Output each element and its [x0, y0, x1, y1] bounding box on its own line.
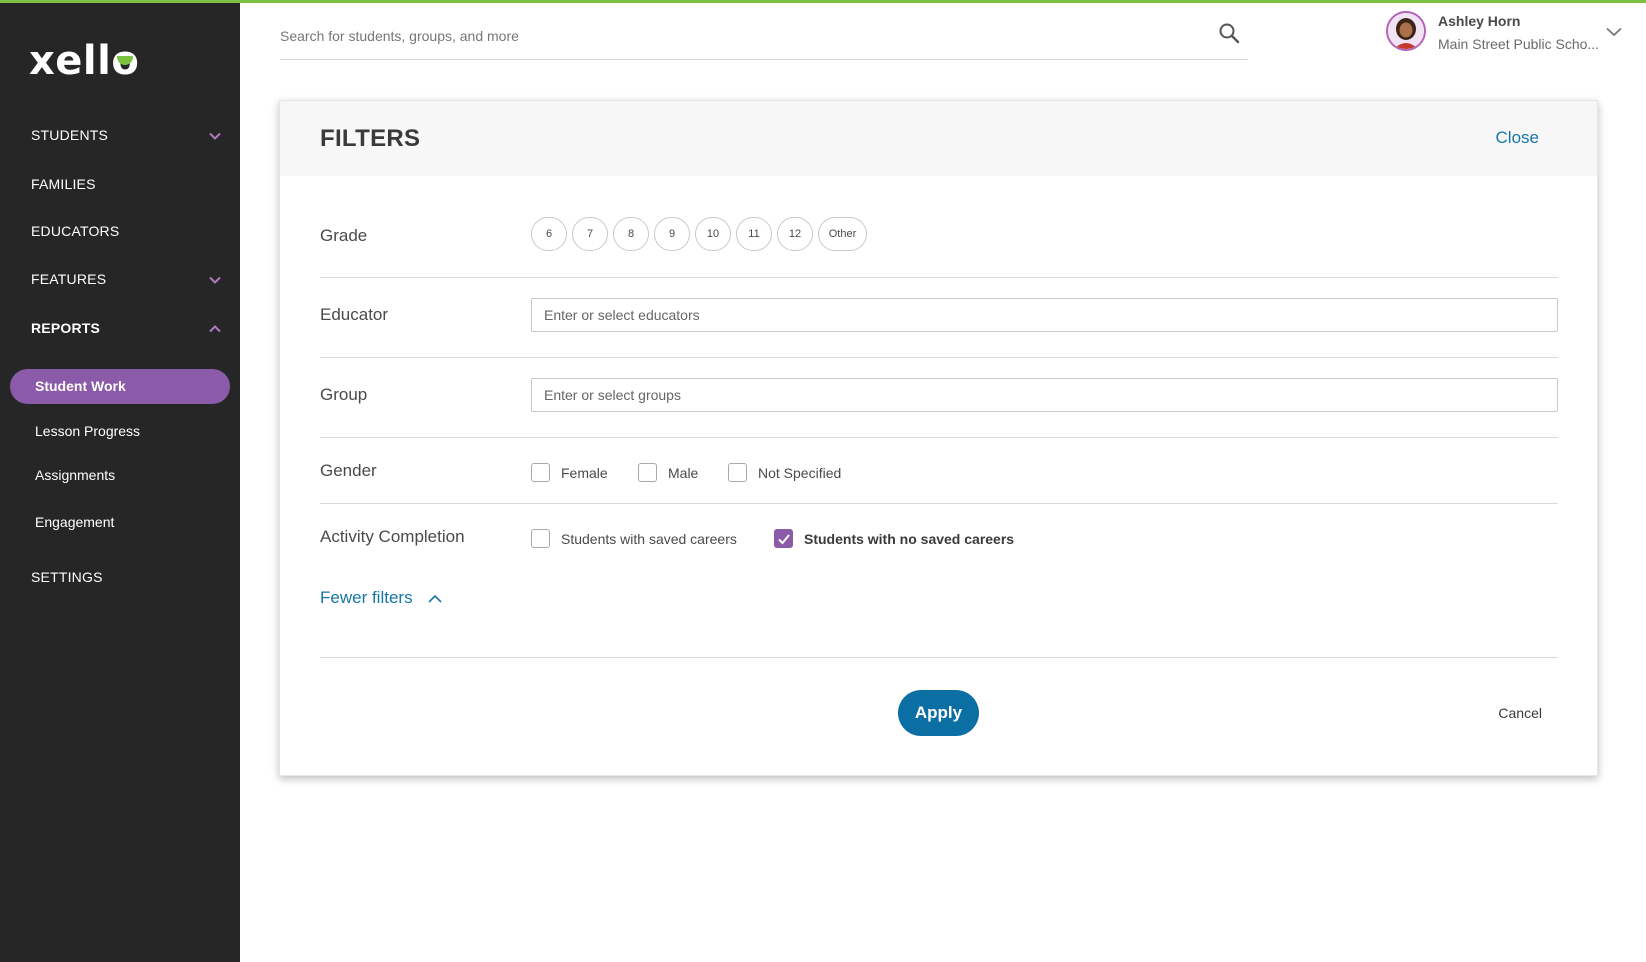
search-icon[interactable]: [1218, 22, 1240, 44]
user-name: Ashley Horn: [1438, 13, 1521, 29]
chevron-up-icon[interactable]: [428, 591, 442, 609]
sidebar-subitem-assignments[interactable]: Assignments: [35, 467, 115, 483]
user-school: Main Street Public Scho...: [1438, 36, 1600, 52]
gender-not-specified-checkbox[interactable]: [728, 463, 747, 482]
gender-male-label[interactable]: Male: [668, 465, 698, 481]
grade-chip-12[interactable]: 12: [777, 217, 813, 251]
saved-careers-label[interactable]: Students with saved careers: [561, 531, 737, 547]
grade-label: Grade: [320, 226, 368, 245]
no-saved-careers-checkbox[interactable]: [774, 529, 793, 548]
top-accent-bar: [0, 0, 1646, 3]
sidebar-subitem-engagement[interactable]: Engagement: [35, 514, 114, 530]
sidebar-item-label: REPORTS: [31, 320, 101, 336]
sidebar: xello STUDENTS FAMILIES EDUCATORS FEATUR…: [0, 3, 240, 962]
chevron-up-icon: [209, 323, 221, 335]
sidebar-item-settings[interactable]: SETTINGS: [31, 569, 221, 585]
avatar: [1386, 11, 1426, 51]
gender-label: Gender: [320, 461, 377, 480]
grade-chip-7[interactable]: 7: [572, 217, 608, 251]
sidebar-item-students[interactable]: STUDENTS: [31, 127, 221, 143]
educator-label: Educator: [320, 305, 389, 324]
educator-field[interactable]: [531, 298, 1558, 332]
cancel-button[interactable]: Cancel: [1498, 705, 1542, 721]
grade-chip-6[interactable]: 6: [531, 217, 567, 251]
divider: [320, 437, 1558, 438]
gender-female-checkbox[interactable]: [531, 463, 550, 482]
group-label: Group: [320, 385, 368, 404]
activity-completion-label: Activity Completion: [320, 527, 465, 546]
saved-careers-checkbox[interactable]: [531, 529, 550, 548]
divider: [320, 503, 1558, 504]
sidebar-item-label: FEATURES: [31, 271, 107, 287]
search-input[interactable]: [280, 24, 1180, 48]
no-saved-careers-label[interactable]: Students with no saved careers: [804, 531, 1014, 547]
sidebar-item-label: STUDENTS: [31, 127, 109, 143]
global-search: [280, 14, 1248, 60]
sidebar-item-educators[interactable]: EDUCATORS: [31, 223, 221, 239]
grade-chip-other[interactable]: Other: [818, 217, 867, 251]
fewer-filters-link[interactable]: Fewer filters: [320, 588, 413, 608]
grade-chip-10[interactable]: 10: [695, 217, 731, 251]
gender-male-checkbox[interactable]: [638, 463, 657, 482]
sidebar-item-label: SETTINGS: [31, 569, 103, 585]
grade-chip-8[interactable]: 8: [613, 217, 649, 251]
divider: [320, 277, 1558, 278]
grade-chip-9[interactable]: 9: [654, 217, 690, 251]
sidebar-item-families[interactable]: FAMILIES: [31, 176, 221, 192]
filters-panel: FILTERS Close Grade 6 7 8 9 10 11 12 Oth…: [279, 100, 1598, 776]
divider: [320, 357, 1558, 358]
filters-header: FILTERS Close: [280, 101, 1597, 176]
sidebar-subitem-label: Student Work: [35, 378, 126, 394]
close-link[interactable]: Close: [1496, 128, 1539, 148]
chevron-down-icon: [209, 130, 221, 142]
apply-button[interactable]: Apply: [898, 690, 979, 736]
group-field[interactable]: [531, 378, 1558, 412]
gender-female-label[interactable]: Female: [561, 465, 608, 481]
gender-not-specified-label[interactable]: Not Specified: [758, 465, 841, 481]
sidebar-item-label: EDUCATORS: [31, 223, 120, 239]
sidebar-item-reports[interactable]: REPORTS: [31, 320, 221, 336]
chevron-down-icon[interactable]: [1606, 24, 1622, 42]
checkmark-icon: [778, 534, 790, 545]
chevron-down-icon: [209, 274, 221, 286]
divider: [320, 657, 1558, 658]
sidebar-item-features[interactable]: FEATURES: [31, 271, 221, 287]
grade-chip-11[interactable]: 11: [736, 217, 772, 251]
sidebar-item-label: FAMILIES: [31, 176, 96, 192]
user-menu[interactable]: Ashley Horn Main Street Public Scho...: [1386, 10, 1646, 56]
sidebar-subitem-lesson-progress[interactable]: Lesson Progress: [35, 423, 140, 439]
sidebar-subitem-student-work[interactable]: Student Work: [10, 369, 230, 404]
filters-title: FILTERS: [320, 125, 421, 152]
